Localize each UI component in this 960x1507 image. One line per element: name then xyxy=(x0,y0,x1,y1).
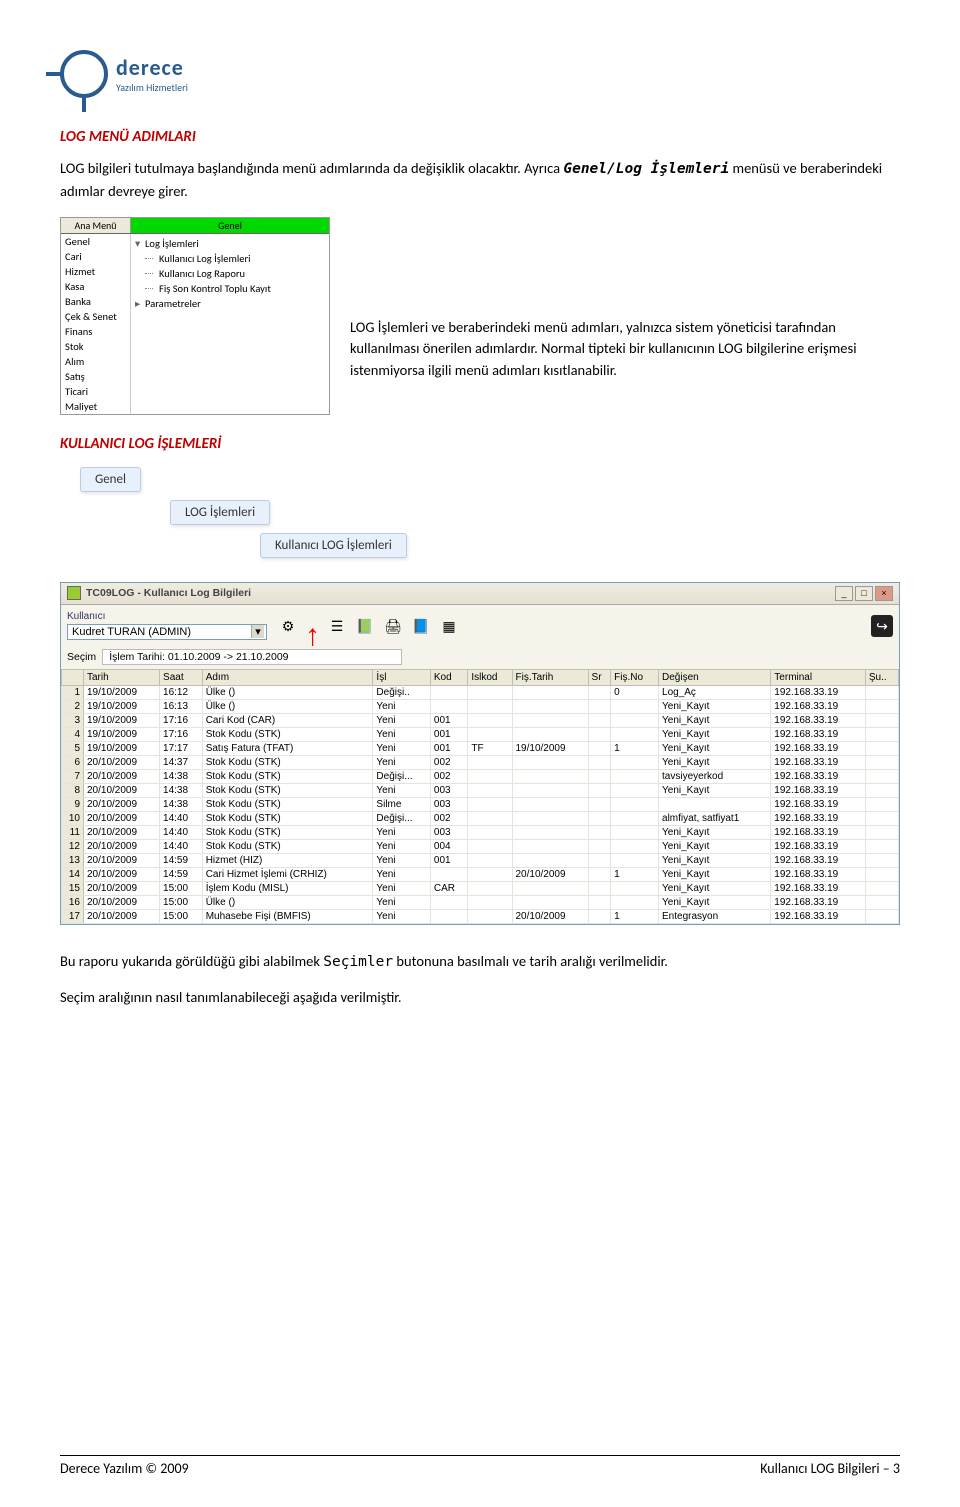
heading-log-menu: LOG MENÜ ADIMLARI xyxy=(60,128,900,146)
menu-header-left: Ana Menü xyxy=(61,218,131,233)
intro-paragraph: LOG bilgileri tutulmaya başlandığında me… xyxy=(60,158,900,203)
sidebar-item[interactable]: Kasa xyxy=(61,279,130,294)
intro-b: Genel/Log İşlemleri xyxy=(563,161,729,177)
sidebar-item[interactable]: Hizmet xyxy=(61,264,130,279)
tree-child[interactable]: Kullanıcı Log Raporu xyxy=(135,266,325,281)
user-combo[interactable]: Kudret TURAN (ADMIN) xyxy=(67,624,267,640)
footer-right: Kullanıcı LOG Bilgileri – 3 xyxy=(760,1460,900,1477)
table-row[interactable]: 1120/10/200914:40Stok Kodu (STK)Yeni003Y… xyxy=(62,825,899,839)
footer-left: Derece Yazılım © 2009 xyxy=(60,1460,189,1477)
sidebar-item[interactable]: Stok xyxy=(61,339,130,354)
closing-p2: Seçim aralığının nasıl tanımlanabileceği… xyxy=(60,987,900,1009)
sidebar-item[interactable]: Ticari xyxy=(61,384,130,399)
heading-user-log: KULLANICI LOG İŞLEMLERİ xyxy=(60,435,900,453)
sidebar-item[interactable]: Genel xyxy=(61,234,130,249)
close-icon[interactable]: × xyxy=(875,586,893,601)
closing-p1b: Seçimler xyxy=(323,954,393,970)
table-row[interactable]: 620/10/200914:37Stok Kodu (STK)Yeni002Ye… xyxy=(62,755,899,769)
tree-root[interactable]: ▾Log İşlemleri xyxy=(135,236,325,251)
table-row[interactable]: 820/10/200914:38Stok Kodu (STK)Yeni003Ye… xyxy=(62,783,899,797)
table-row[interactable]: 1220/10/200914:40Stok Kodu (STK)Yeni004Y… xyxy=(62,839,899,853)
table-row[interactable]: 1720/10/200915:00Muhasebe Fişi (BMFIS)Ye… xyxy=(62,909,899,923)
table-row[interactable]: 1420/10/200914:59Cari Hizmet İşlemi (CRH… xyxy=(62,867,899,881)
window-title: TC09LOG - Kullanıcı Log Bilgileri xyxy=(86,587,835,599)
table-row[interactable]: 1320/10/200914:59Hizmet (HIZ)Yeni001Yeni… xyxy=(62,853,899,867)
grid-col-header[interactable]: Kod xyxy=(430,669,467,685)
red-arrow-icon: ↑ xyxy=(305,619,320,653)
grid-col-header[interactable]: Fiş.Tarih xyxy=(512,669,588,685)
secim-label: Seçim xyxy=(67,651,96,663)
table-row[interactable]: 1020/10/200914:40Stok Kodu (STK)Değişi..… xyxy=(62,811,899,825)
excel-icon[interactable]: ▦ xyxy=(438,615,460,637)
menu-header-mid: Genel xyxy=(131,218,329,233)
table-row[interactable]: 720/10/200914:38Stok Kodu (STK)Değişi...… xyxy=(62,769,899,783)
sidebar-item[interactable]: Cari xyxy=(61,249,130,264)
table-row[interactable]: 119/10/200916:12Ülke ()Değişi..0Log_Aç19… xyxy=(62,685,899,699)
table-row[interactable]: 1620/10/200915:00Ülke ()YeniYeni_Kayıt19… xyxy=(62,895,899,909)
intro-a: LOG bilgileri tutulmaya başlandığında me… xyxy=(60,159,563,177)
book-icon[interactable]: 📗 xyxy=(354,615,376,637)
table-row[interactable]: 219/10/200916:13Ülke ()YeniYeni_Kayıt192… xyxy=(62,699,899,713)
table-row[interactable]: 519/10/200917:17Satış Fatura (TFAT)Yeni0… xyxy=(62,741,899,755)
sidebar-item[interactable]: Satış xyxy=(61,369,130,384)
side-paragraph: LOG İşlemleri ve beraberindeki menü adım… xyxy=(350,217,900,382)
titlebar: TC09LOG - Kullanıcı Log Bilgileri _ □ × xyxy=(61,583,899,605)
table-row[interactable]: 920/10/200914:38Stok Kodu (STK)Silme0031… xyxy=(62,797,899,811)
log-grid: TarihSaatAdımİşlKodIslkodFiş.TarihSrFiş.… xyxy=(61,669,899,924)
grid-col-header[interactable]: Tarih xyxy=(84,669,160,685)
logo-main: derece xyxy=(116,54,188,81)
app-icon xyxy=(67,586,81,600)
grid-col-header[interactable]: Şu.. xyxy=(865,669,898,685)
closing-p1: Bu raporu yukarıda görüldüğü gibi alabil… xyxy=(60,951,900,974)
sidebar-item[interactable]: Çek & Senet xyxy=(61,309,130,324)
user-label: Kullanıcı xyxy=(67,611,267,622)
grid-col-header[interactable]: İşl xyxy=(373,669,430,685)
print-icon[interactable]: 🖨 xyxy=(382,615,404,637)
list-icon[interactable]: ☰ xyxy=(326,615,348,637)
grid-col-header[interactable] xyxy=(62,669,84,685)
menu-sidebar: Genel Cari Hizmet Kasa Banka Çek & Senet… xyxy=(61,234,131,414)
minimize-icon[interactable]: _ xyxy=(835,586,853,601)
logo-sub: Yazılım Hizmetleri xyxy=(116,81,188,94)
tree-child[interactable]: Fiş Son Kontrol Toplu Kayıt xyxy=(135,281,325,296)
secim-value[interactable]: İşlem Tarihi: 01.10.2009 -> 21.10.2009 xyxy=(102,649,402,665)
breadcrumb: Genel LOG İşlemleri Kullanıcı LOG İşleml… xyxy=(80,467,900,558)
table-row[interactable]: 319/10/200917:16Cari Kod (CAR)Yeni001Yen… xyxy=(62,713,899,727)
crumb-log: LOG İşlemleri xyxy=(170,500,270,525)
sidebar-item[interactable]: Banka xyxy=(61,294,130,309)
menu-tree: ▾Log İşlemleri Kullanıcı Log İşlemleri K… xyxy=(131,234,329,414)
table-row[interactable]: 419/10/200917:16Stok Kodu (STK)Yeni001Ye… xyxy=(62,727,899,741)
guide-icon[interactable]: 📘 xyxy=(410,615,432,637)
closing-p1a: Bu raporu yukarıda görüldüğü gibi alabil… xyxy=(60,952,323,970)
maximize-icon[interactable]: □ xyxy=(855,586,873,601)
grid-col-header[interactable]: Islkod xyxy=(468,669,512,685)
page-footer: Derece Yazılım © 2009 Kullanıcı LOG Bilg… xyxy=(60,1455,900,1477)
grid-col-header[interactable]: Adım xyxy=(202,669,373,685)
tree-child[interactable]: Kullanıcı Log İşlemleri xyxy=(135,251,325,266)
table-row[interactable]: 1520/10/200915:00İşlem Kodu (MISL)YeniCA… xyxy=(62,881,899,895)
gear-icon[interactable]: ⚙ xyxy=(277,615,299,637)
grid-col-header[interactable]: Sr xyxy=(588,669,611,685)
sidebar-item[interactable]: Alım xyxy=(61,354,130,369)
crumb-genel: Genel xyxy=(80,467,141,492)
grid-col-header[interactable]: Terminal xyxy=(771,669,866,685)
grid-col-header[interactable]: Değişen xyxy=(659,669,771,685)
closing-p1c: butonuna basılmalı ve tarih aralığı veri… xyxy=(393,952,668,970)
grid-col-header[interactable]: Fiş.No xyxy=(611,669,659,685)
exit-icon[interactable]: ↪ xyxy=(871,615,893,637)
menu-screenshot: Ana Menü Genel Genel Cari Hizmet Kasa Ba… xyxy=(60,217,330,415)
grid-col-header[interactable]: Saat xyxy=(160,669,203,685)
sidebar-item[interactable]: Finans xyxy=(61,324,130,339)
sidebar-item[interactable]: Maliyet xyxy=(61,399,130,414)
tree-root2[interactable]: ▸Parametreler xyxy=(135,296,325,311)
logo-icon xyxy=(60,50,108,98)
logo: derece Yazılım Hizmetleri xyxy=(60,50,900,98)
crumb-user-log: Kullanıcı LOG İşlemleri xyxy=(260,533,407,558)
log-window: TC09LOG - Kullanıcı Log Bilgileri _ □ × … xyxy=(60,582,900,925)
